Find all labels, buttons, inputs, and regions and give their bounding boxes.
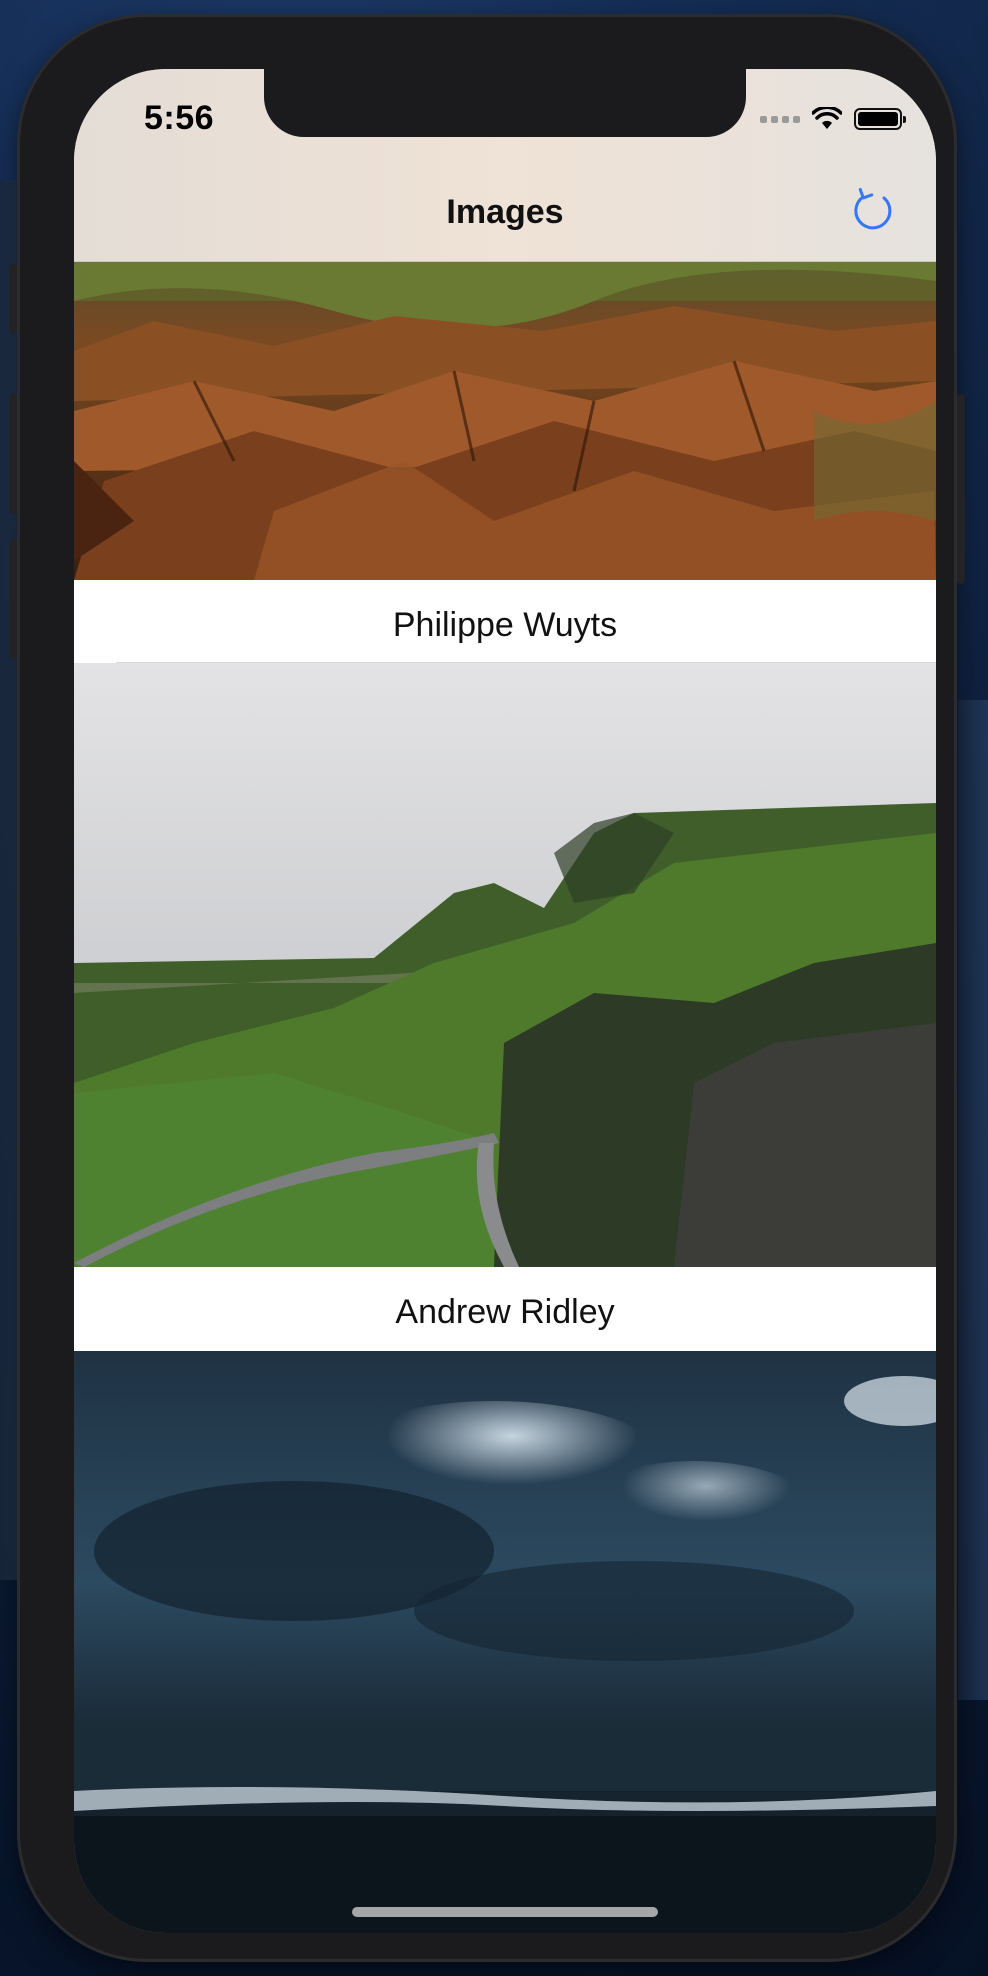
status-time: 5:56 [144,99,215,137]
app-screen: 5:56 Images Philippe Wuyts Andrew Ridley [74,69,936,1933]
author-name: Andrew Ridley [395,1293,615,1331]
device-frame: 5:56 Images Philippe Wuyts Andrew Ridley [9,14,965,1962]
notch [264,69,746,137]
refresh-icon [854,187,892,230]
author-name: Philippe Wuyts [392,606,618,644]
battery-icon [854,108,906,130]
list-item[interactable]: Philippe Wuyts [74,261,936,663]
silent-switch [9,264,17,334]
page-title: Images [446,193,564,231]
photo-hills[interactable] [74,663,936,1267]
volume-down-button [9,539,17,659]
photo-stormy-sea[interactable] [74,1351,936,1933]
photo-rocks[interactable] [74,261,936,580]
power-button [957,394,965,584]
cellular-icon [760,115,800,123]
wallpaper-rock-right [958,700,988,1700]
status-icons [760,107,906,131]
home-indicator[interactable] [352,1907,658,1917]
list-item[interactable] [74,1351,936,1933]
wifi-icon [812,107,842,129]
volume-up-button [9,394,17,514]
list-item[interactable]: Andrew Ridley [74,663,936,1405]
refresh-button[interactable] [846,182,900,236]
